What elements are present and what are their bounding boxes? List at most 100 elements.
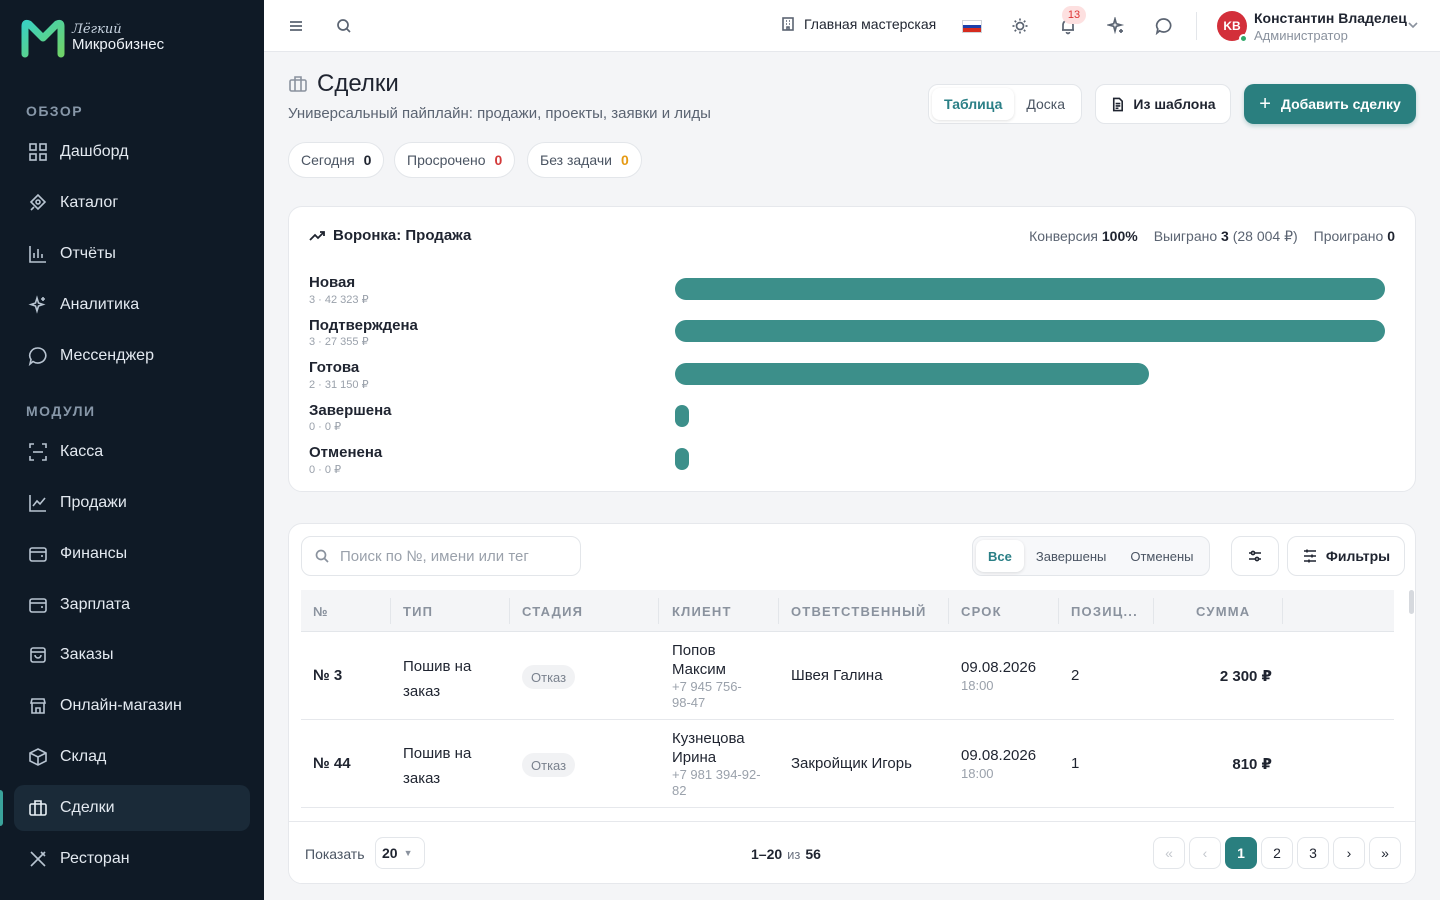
sidebar-item-catalog[interactable]: Каталог — [14, 180, 250, 226]
column-settings-button[interactable] — [1231, 536, 1279, 576]
tab-table[interactable]: Таблица — [932, 88, 1015, 120]
chip-no-task[interactable]: Без задачи 0 — [527, 142, 642, 178]
document-icon — [1113, 97, 1124, 111]
line-chart-icon — [29, 495, 46, 512]
chip-count: 0 — [363, 152, 372, 168]
sidebar-item-label: Сделки — [60, 799, 115, 816]
from-template-label: Из шаблона — [1133, 96, 1216, 112]
chip-today[interactable]: Сегодня 0 — [288, 142, 385, 178]
column-header[interactable]: ПОЗИЦ... — [1071, 604, 1138, 619]
funnel-stage-name: Новая — [309, 274, 356, 291]
page-title-text: Сделки — [317, 70, 399, 97]
sidebar-item-sales[interactable]: Продажи — [14, 480, 250, 526]
lost-count: 0 — [1387, 228, 1395, 244]
last-page-button[interactable]: » — [1369, 837, 1401, 869]
sidebar-item-restaurant[interactable]: Ресторан — [14, 836, 250, 882]
column-header[interactable]: СУММА — [1196, 604, 1250, 619]
add-deal-label: Добавить сделку — [1280, 96, 1401, 112]
column-header[interactable]: ТИП — [403, 604, 433, 619]
search-icon[interactable] — [332, 14, 356, 38]
sidebar-item-orders[interactable]: Заказы — [14, 632, 250, 678]
sidebar-item-online-store[interactable]: Онлайн-магазин — [14, 683, 250, 729]
add-deal-button[interactable]: + Добавить сделку — [1244, 84, 1416, 124]
column-header[interactable]: СТАДИЯ — [522, 604, 583, 619]
column-header[interactable]: ОТВЕТСТВЕННЫЙ — [791, 604, 927, 619]
sidebar-item-label: Зарплата — [60, 596, 131, 613]
responsible: Закройщик Игорь — [791, 755, 912, 772]
menu-icon[interactable] — [284, 14, 308, 38]
language-flag-icon[interactable] — [962, 20, 982, 33]
next-page-button[interactable]: › — [1333, 837, 1365, 869]
chevron-down-icon[interactable] — [1406, 18, 1420, 32]
column-header[interactable]: СРОК — [961, 604, 1002, 619]
sidebar-item-salary[interactable]: Зарплата — [14, 582, 250, 628]
column-header[interactable]: КЛИЕНТ — [672, 604, 732, 619]
filters-button[interactable]: Фильтры — [1287, 536, 1405, 576]
funnel-bar — [675, 320, 1385, 342]
stage-badge: Отказ — [522, 753, 576, 777]
deal-type-line: Пошив на — [403, 658, 472, 675]
status-tab-cancelled[interactable]: Отменены — [1118, 540, 1205, 572]
funnel-stage-meta: 3 · 42 323 ₽ — [309, 294, 369, 306]
chip-count: 0 — [620, 152, 629, 168]
deadline-time: 18:00 — [961, 678, 994, 693]
sparkle-ai-icon[interactable] — [1104, 14, 1128, 38]
range-total: 56 — [805, 846, 821, 862]
table-header: № ТИП СТАДИЯ КЛИЕНТ ОТВЕТСТВЕННЫЙ СРОК П… — [301, 590, 1394, 632]
sidebar-item-warehouse[interactable]: Склад — [14, 734, 250, 780]
sidebar-item-cashier[interactable]: Касса — [14, 429, 250, 475]
user-name[interactable]: Константин Владелец — [1254, 10, 1407, 26]
first-page-button[interactable]: « — [1153, 837, 1185, 869]
wallet-icon — [29, 598, 47, 613]
search-input[interactable]: Поиск по №, имени или тег — [301, 536, 581, 576]
chip-overdue[interactable]: Просрочено 0 — [394, 142, 516, 178]
column-header[interactable]: № — [313, 604, 329, 619]
sidebar-item-analytics[interactable]: Аналитика — [14, 282, 250, 328]
bag-icon — [30, 647, 46, 663]
tab-board[interactable]: Доска — [1014, 88, 1077, 120]
search-placeholder: Поиск по №, имени или тег — [340, 547, 529, 565]
chat-icon[interactable] — [1152, 14, 1176, 38]
range-of: из — [787, 847, 801, 862]
theme-sun-icon[interactable] — [1008, 14, 1032, 38]
workshop-name: Главная мастерская — [804, 16, 937, 32]
section-overview: ОБЗОР — [26, 103, 84, 119]
brand-logo[interactable]: Лёгкий Микробизнес — [20, 18, 164, 58]
table-row[interactable]: № 44 Пошив на заказ Отказ Кузнецова Ирин… — [301, 720, 1394, 808]
column-divider — [1282, 598, 1283, 624]
page-button-1[interactable]: 1 — [1225, 837, 1257, 869]
table-row[interactable]: № 3 Пошив на заказ Отказ Попов Максим +7… — [301, 632, 1394, 720]
from-template-button[interactable]: Из шаблона — [1095, 84, 1231, 124]
filters-label: Фильтры — [1325, 548, 1391, 564]
deal-number[interactable]: № 3 — [313, 667, 342, 684]
sidebar-item-dashboard[interactable]: Дашборд — [14, 129, 250, 175]
page-button-2[interactable]: 2 — [1261, 837, 1293, 869]
sidebar-item-deals[interactable]: Сделки — [14, 785, 250, 831]
client-phone-line: 82 — [672, 783, 687, 798]
prev-page-button[interactable]: ‹ — [1189, 837, 1221, 869]
responsible: Швея Галина — [791, 667, 883, 684]
sidebar-item-messenger[interactable]: Мессенджер — [14, 333, 250, 379]
section-modules: МОДУЛИ — [26, 403, 96, 419]
table-scrollbar[interactable] — [1409, 590, 1414, 614]
sidebar-item-label: Касса — [60, 443, 104, 460]
range-value: 1–20 — [751, 846, 783, 862]
sidebar-item-reports[interactable]: Отчёты — [14, 231, 250, 277]
deadline-cell: 09.08.2026 18:00 — [961, 659, 1036, 695]
briefcase-icon — [289, 76, 307, 92]
status-tab-all[interactable]: Все — [976, 540, 1024, 572]
sidebar-item-finance[interactable]: Финансы — [14, 531, 250, 577]
funnel-stage-name: Отменена — [309, 444, 383, 461]
page-size-select[interactable]: 20 ▼ — [375, 837, 425, 869]
status-tab-completed[interactable]: Завершены — [1024, 540, 1118, 572]
online-status-dot — [1239, 34, 1248, 43]
deal-number[interactable]: № 44 — [313, 755, 351, 772]
scan-icon — [29, 443, 47, 461]
won-count: 3 — [1221, 228, 1229, 244]
page-size-value: 20 — [382, 845, 398, 861]
client-name-line: Максим — [672, 661, 726, 678]
deals-table-card: Поиск по №, имени или тег Все Завершены … — [288, 523, 1416, 884]
page-button-3[interactable]: 3 — [1297, 837, 1329, 869]
sidebar-item-label: Продажи — [60, 494, 127, 511]
workshop-selector[interactable]: Главная мастерская — [780, 16, 936, 32]
